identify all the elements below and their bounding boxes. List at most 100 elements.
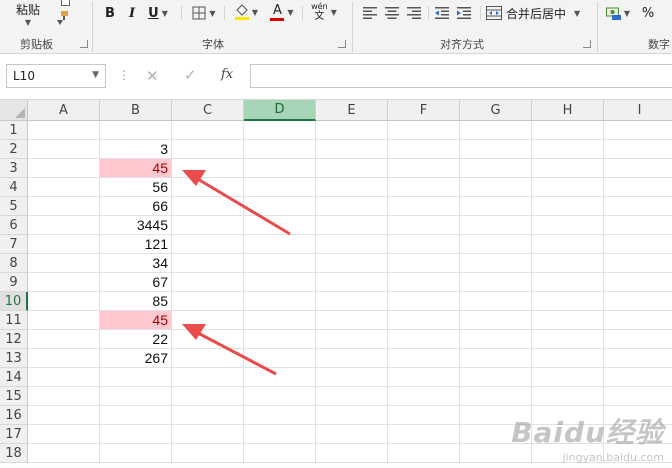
cell-i11[interactable] — [604, 311, 672, 330]
cell-d8[interactable] — [244, 254, 316, 273]
cell-f9[interactable] — [388, 273, 460, 292]
row-header-8[interactable]: 8 — [0, 254, 28, 273]
cell-i10[interactable] — [604, 292, 672, 311]
column-header-g[interactable]: G — [460, 100, 532, 121]
row-header-15[interactable]: 15 — [0, 387, 28, 406]
cell-e10[interactable] — [316, 292, 388, 311]
cell-c15[interactable] — [172, 387, 244, 406]
copy-button[interactable] — [56, 0, 74, 8]
cell-a3[interactable] — [28, 159, 100, 178]
row-header-14[interactable]: 14 — [0, 368, 28, 387]
cell-h10[interactable] — [532, 292, 604, 311]
cell-h5[interactable] — [532, 197, 604, 216]
cell-i4[interactable] — [604, 178, 672, 197]
cell-f12[interactable] — [388, 330, 460, 349]
cell-e13[interactable] — [316, 349, 388, 368]
cell-g10[interactable] — [460, 292, 532, 311]
percent-button[interactable]: % — [638, 3, 658, 23]
cell-e16[interactable] — [316, 406, 388, 425]
cell-a17[interactable] — [28, 425, 100, 444]
align-center-button[interactable] — [382, 4, 402, 22]
cell-a8[interactable] — [28, 254, 100, 273]
font-launcher-icon[interactable] — [338, 40, 346, 48]
cell-d12[interactable] — [244, 330, 316, 349]
cell-f4[interactable] — [388, 178, 460, 197]
row-header-1[interactable]: 1 — [0, 121, 28, 140]
cell-e18[interactable] — [316, 444, 388, 463]
cell-g14[interactable] — [460, 368, 532, 387]
cell-c18[interactable] — [172, 444, 244, 463]
cell-e3[interactable] — [316, 159, 388, 178]
column-header-b[interactable]: B — [100, 100, 172, 121]
cell-b14[interactable] — [100, 368, 172, 387]
cell-e1[interactable] — [316, 121, 388, 140]
row-header-4[interactable]: 4 — [0, 178, 28, 197]
cell-f14[interactable] — [388, 368, 460, 387]
cell-g13[interactable] — [460, 349, 532, 368]
cell-f18[interactable] — [388, 444, 460, 463]
cell-g4[interactable] — [460, 178, 532, 197]
cell-d3[interactable] — [244, 159, 316, 178]
cell-e7[interactable] — [316, 235, 388, 254]
cell-f16[interactable] — [388, 406, 460, 425]
cell-c16[interactable] — [172, 406, 244, 425]
cell-b3[interactable]: 45 — [100, 159, 172, 178]
fill-color-button[interactable]: ▼ — [230, 2, 262, 22]
cell-h13[interactable] — [532, 349, 604, 368]
row-header-9[interactable]: 9 — [0, 273, 28, 292]
cell-h7[interactable] — [532, 235, 604, 254]
cell-b9[interactable]: 67 — [100, 273, 172, 292]
cell-e6[interactable] — [316, 216, 388, 235]
cell-b6[interactable]: 3445 — [100, 216, 172, 235]
column-header-f[interactable]: F — [388, 100, 460, 121]
decrease-indent-button[interactable] — [432, 4, 452, 22]
column-header-c[interactable]: C — [172, 100, 244, 121]
cell-e12[interactable] — [316, 330, 388, 349]
cell-e4[interactable] — [316, 178, 388, 197]
cell-i15[interactable] — [604, 387, 672, 406]
cell-b16[interactable] — [100, 406, 172, 425]
name-box-caret-icon[interactable]: ▼ — [92, 70, 99, 80]
cell-a1[interactable] — [28, 121, 100, 140]
cell-a6[interactable] — [28, 216, 100, 235]
select-all-button[interactable] — [0, 100, 28, 121]
cell-b5[interactable]: 66 — [100, 197, 172, 216]
cell-f1[interactable] — [388, 121, 460, 140]
format-painter-button[interactable] — [52, 8, 72, 28]
cell-g9[interactable] — [460, 273, 532, 292]
cell-i7[interactable] — [604, 235, 672, 254]
align-right-button[interactable] — [404, 4, 424, 22]
cell-b1[interactable] — [100, 121, 172, 140]
cell-f15[interactable] — [388, 387, 460, 406]
cell-b13[interactable]: 267 — [100, 349, 172, 368]
cell-h12[interactable] — [532, 330, 604, 349]
cancel-icon[interactable]: ✕ — [146, 67, 159, 85]
cell-d11[interactable] — [244, 311, 316, 330]
cell-d14[interactable] — [244, 368, 316, 387]
cell-a12[interactable] — [28, 330, 100, 349]
cell-a9[interactable] — [28, 273, 100, 292]
cell-f8[interactable] — [388, 254, 460, 273]
row-header-7[interactable]: 7 — [0, 235, 28, 254]
cell-f2[interactable] — [388, 140, 460, 159]
cell-g12[interactable] — [460, 330, 532, 349]
cell-c13[interactable] — [172, 349, 244, 368]
borders-button[interactable]: ▼ — [188, 4, 220, 22]
cell-d16[interactable] — [244, 406, 316, 425]
cell-b12[interactable]: 22 — [100, 330, 172, 349]
cell-d10[interactable] — [244, 292, 316, 311]
cell-h11[interactable] — [532, 311, 604, 330]
cell-e15[interactable] — [316, 387, 388, 406]
row-header-3[interactable]: 3 — [0, 159, 28, 178]
cell-c14[interactable] — [172, 368, 244, 387]
cell-f3[interactable] — [388, 159, 460, 178]
cell-h8[interactable] — [532, 254, 604, 273]
cell-c11[interactable] — [172, 311, 244, 330]
more-options-icon[interactable]: ⋮ — [118, 68, 130, 82]
cell-h1[interactable] — [532, 121, 604, 140]
cell-c8[interactable] — [172, 254, 244, 273]
row-header-2[interactable]: 2 — [0, 140, 28, 159]
cell-h4[interactable] — [532, 178, 604, 197]
cell-c3[interactable] — [172, 159, 244, 178]
cell-c2[interactable] — [172, 140, 244, 159]
